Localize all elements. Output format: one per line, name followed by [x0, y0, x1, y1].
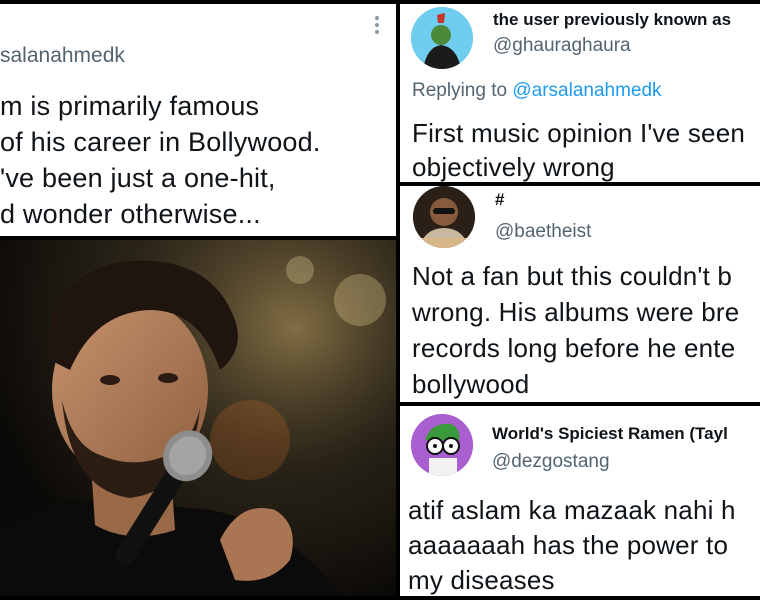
tweet-text-line: m is primarily famous	[0, 91, 260, 121]
reply-text-line: my diseases	[408, 565, 555, 595]
more-options-icon[interactable]	[370, 14, 384, 36]
main-tweet-card: salanahmedk m is primarily famous of his…	[0, 4, 396, 236]
replying-to-label: Replying to	[412, 80, 513, 101]
avatar-image	[411, 7, 473, 69]
reply-text-line: atif aslam ka mazaak nahi h	[408, 495, 736, 525]
author-name[interactable]: the user previously known as	[493, 10, 731, 30]
singer-photo	[0, 240, 396, 596]
author-name[interactable]: #	[495, 190, 504, 210]
reply-card: World's Spiciest Ramen (Tayl @dezgostang…	[400, 406, 760, 596]
author-handle[interactable]: @baetheist	[495, 221, 591, 243]
reply-text-line: Not a fan but this couldn't b	[412, 261, 733, 291]
reply-text-line: objectively wrong	[412, 152, 615, 182]
reply-text-line: First music opinion I've seen	[412, 118, 746, 148]
reply-card: # @baetheist Not a fan but this couldn't…	[400, 186, 760, 402]
reply-text-line: aaaaaaah has the power to	[408, 530, 729, 560]
tweet-text-line: of his career in Bollywood.	[0, 127, 321, 157]
reply-card: the user previously known as @ghauraghau…	[400, 4, 760, 182]
avatar-image	[413, 186, 475, 248]
reply-text-line: bollywood	[412, 369, 530, 399]
singer-illustration	[0, 240, 396, 596]
avatar[interactable]	[413, 186, 475, 248]
reply-text-line: wrong. His albums were bre	[412, 297, 740, 327]
avatar[interactable]	[411, 7, 473, 69]
reply-text-line: records long before he ente	[412, 333, 736, 363]
author-name[interactable]: World's Spiciest Ramen (Tayl	[492, 424, 728, 444]
avatar-image	[411, 414, 473, 476]
author-handle[interactable]: @ghauraghaura	[493, 35, 631, 57]
tweet-handle[interactable]: salanahmedk	[0, 44, 125, 68]
avatar[interactable]	[411, 414, 473, 476]
tweet-text-line: d wonder otherwise...	[0, 199, 261, 229]
tweet-text-line: 've been just a one-hit,	[0, 163, 276, 193]
author-handle[interactable]: @dezgostang	[492, 451, 610, 473]
replying-to-handle-link[interactable]: @arsalanahmedk	[512, 80, 661, 101]
replying-to-line: Replying to @arsalanahmedk	[412, 80, 662, 102]
